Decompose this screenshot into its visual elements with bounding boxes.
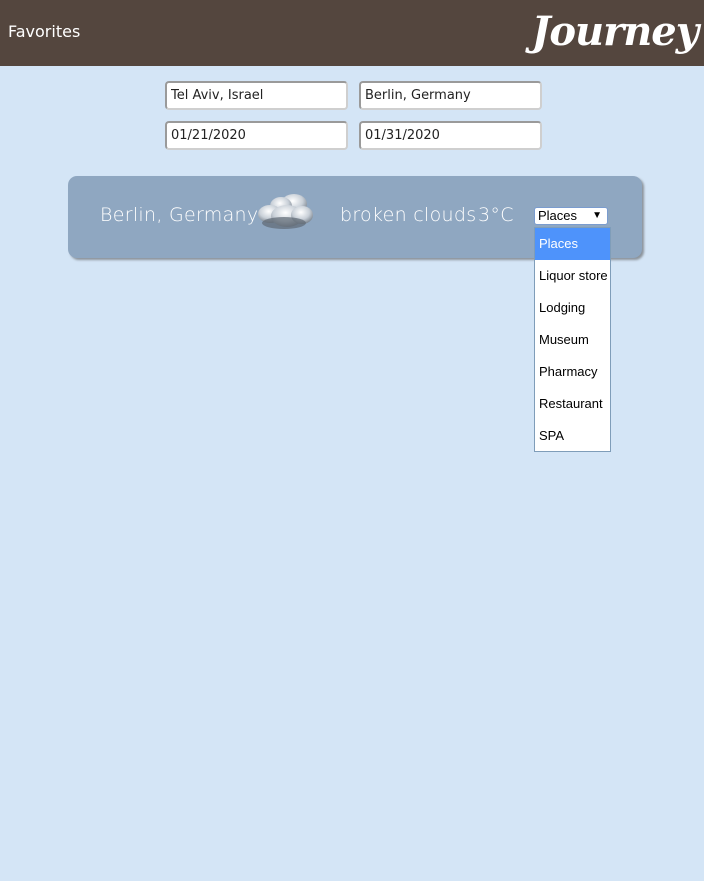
destination-input[interactable] bbox=[359, 81, 542, 110]
option-liquor-store[interactable]: Liquor store bbox=[535, 260, 610, 292]
weather-city: Berlin, Germany bbox=[100, 204, 259, 226]
weather-description: broken clouds bbox=[340, 204, 477, 226]
top-header: Favorites Journey bbox=[0, 0, 704, 66]
favorites-link[interactable]: Favorites bbox=[8, 22, 80, 41]
origin-input[interactable] bbox=[165, 81, 348, 110]
dropdown-arrow-icon: ▼ bbox=[592, 210, 602, 221]
option-places[interactable]: Places bbox=[535, 228, 610, 260]
broken-clouds-icon bbox=[258, 194, 313, 229]
option-restaurant[interactable]: Restaurant bbox=[535, 388, 610, 420]
places-select[interactable]: Places ▼ bbox=[534, 207, 608, 225]
places-select-value: Places bbox=[538, 208, 578, 223]
end-date-input[interactable] bbox=[359, 121, 542, 150]
places-dropdown-list: Places Liquor store Lodging Museum Pharm… bbox=[534, 227, 611, 452]
start-date-input[interactable] bbox=[165, 121, 348, 150]
option-spa[interactable]: SPA bbox=[535, 420, 610, 452]
option-lodging[interactable]: Lodging bbox=[535, 292, 610, 324]
option-museum[interactable]: Museum bbox=[535, 324, 610, 356]
weather-temperature: 3°C bbox=[478, 204, 514, 226]
journey-logo: Journey bbox=[531, 8, 699, 55]
option-pharmacy[interactable]: Pharmacy bbox=[535, 356, 610, 388]
